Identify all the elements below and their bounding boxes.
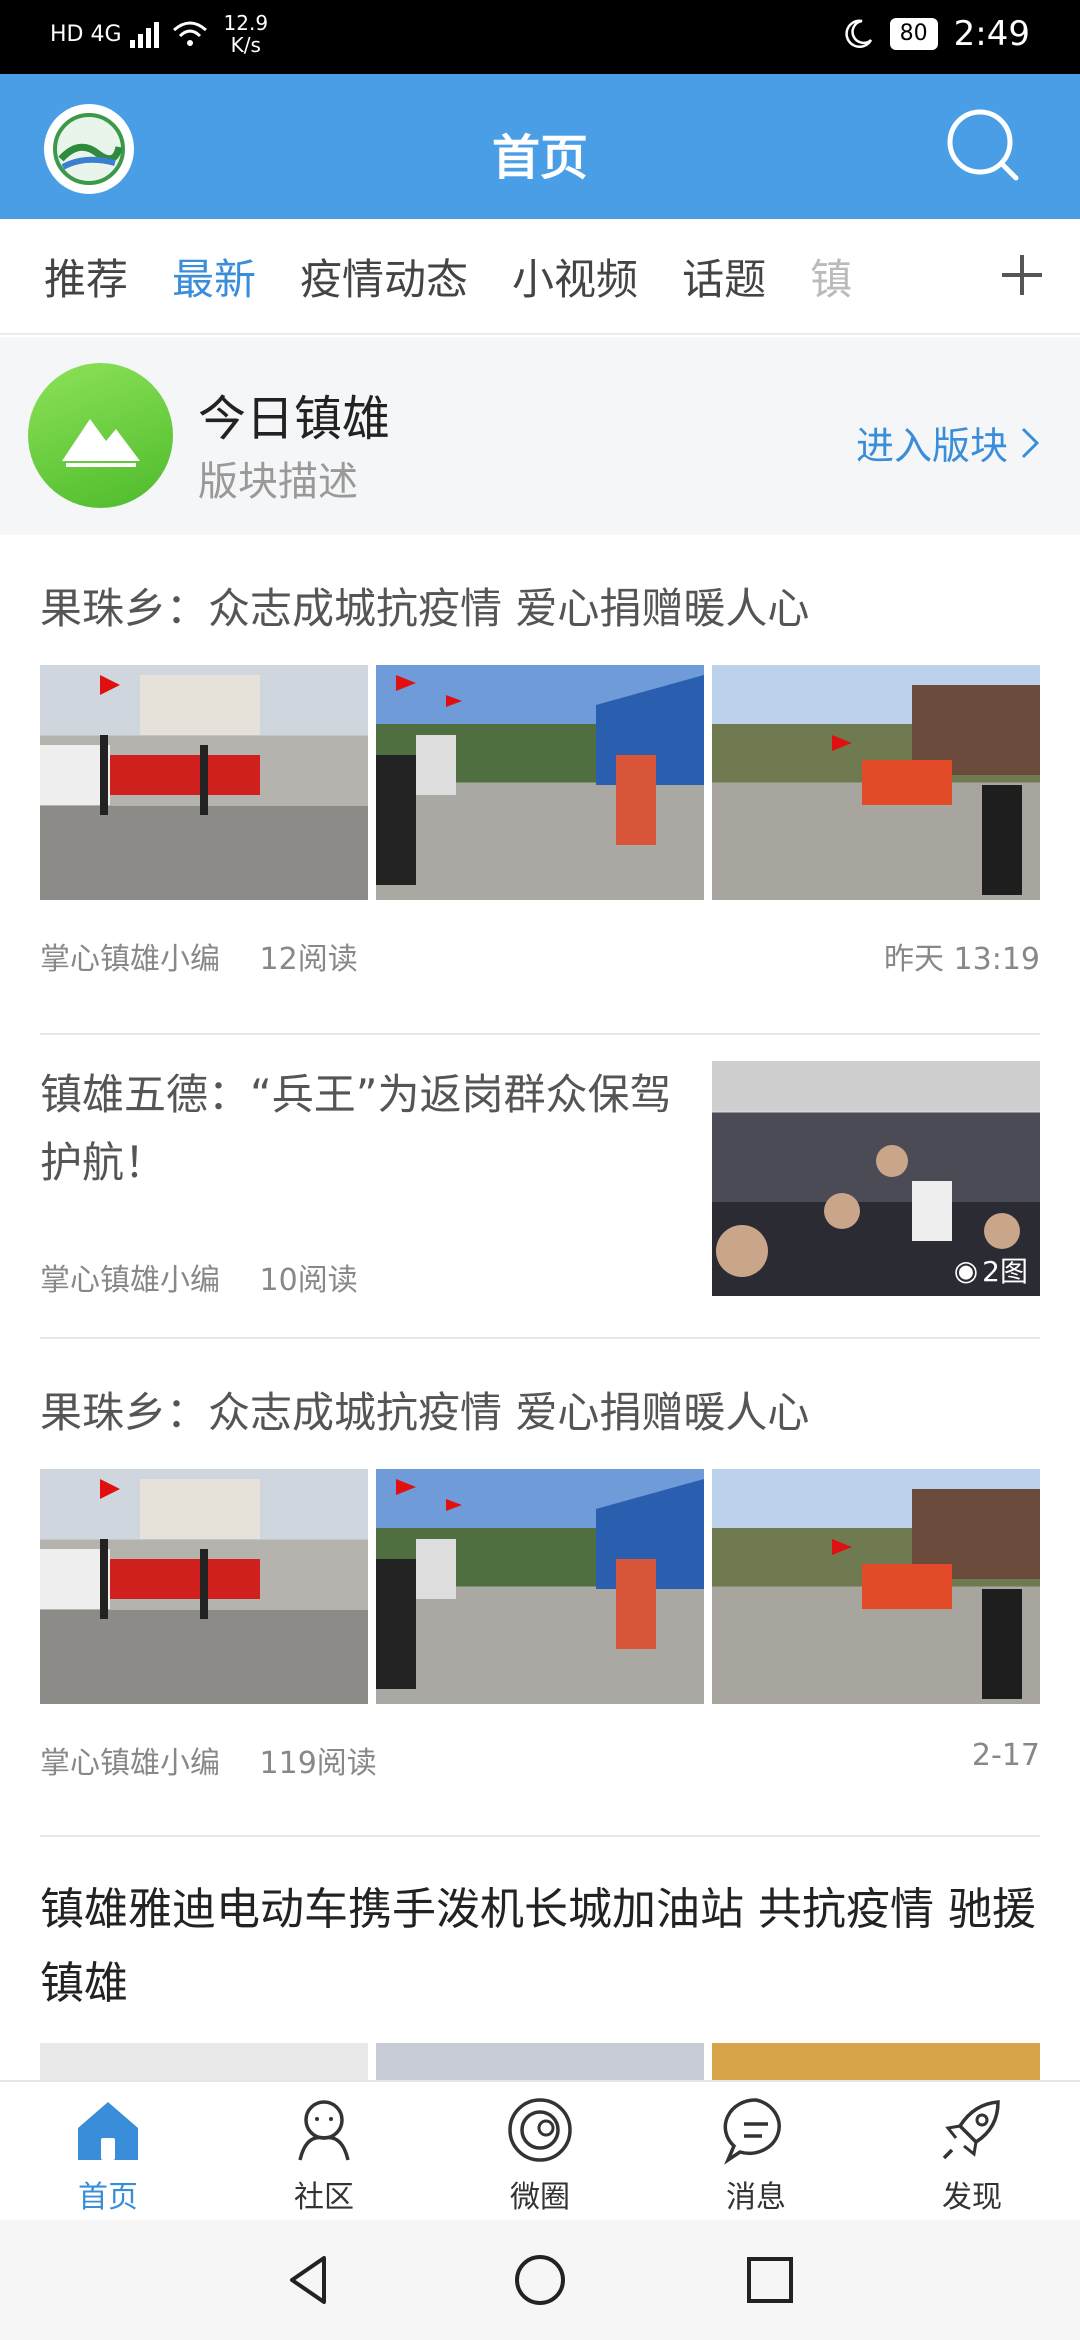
article-card[interactable]: 果珠乡：众志成城抗疫情 爱心捐赠暖人心 (40, 575, 1040, 978)
enter-section-button[interactable]: 进入版块 (856, 415, 1040, 470)
divider (40, 1033, 1040, 1035)
article-meta: 掌心镇雄小编 10阅读 (40, 1255, 358, 1299)
article-image: ◉ 2图 (712, 1061, 1040, 1296)
section-header: 今日镇雄 版块描述 进入版块 (0, 337, 1080, 535)
nav-circle[interactable]: 微圈 (432, 2082, 648, 2220)
article-author: 掌心镇雄小编 (40, 1746, 220, 1781)
category-tabs: 推荐 最新 疫情动态 小视频 话题 镇 (0, 219, 1080, 335)
bottom-nav: 首页 社区 微圈 消息 发现 (0, 2080, 1080, 2220)
wifi-icon (172, 21, 207, 46)
article-image (376, 1469, 704, 1704)
article-title: 果珠乡：众志成城抗疫情 爱心捐赠暖人心 (40, 1388, 810, 1437)
tab-recommend[interactable]: 推荐 (44, 246, 128, 307)
article-images (40, 1469, 1040, 1704)
divider (40, 1835, 1040, 1837)
nav-messages[interactable]: 消息 (648, 2082, 864, 2220)
tab-epidemic[interactable]: 疫情动态 (300, 246, 468, 307)
app-header: 首页 (0, 74, 1080, 219)
article-card[interactable]: 镇雄雅迪电动车携手泼机长城加油站 共抗疫情 驰援镇雄 (40, 1873, 1040, 2080)
article-time: 昨天 13:19 (884, 942, 1040, 977)
back-icon[interactable] (280, 2250, 340, 2310)
nav-discover[interactable]: 发现 (864, 2082, 1080, 2220)
article-title: 果珠乡：众志成城抗疫情 爱心捐赠暖人心 (40, 584, 810, 633)
status-bar: HD 4G 12.9 K/s 80 2:49 (0, 0, 1080, 74)
gallery-icon: ◉ (953, 1253, 979, 1287)
article-image (712, 2043, 1040, 2080)
article-images (40, 665, 1040, 900)
article-image (40, 665, 368, 900)
clock: 2:49 (953, 14, 1030, 54)
nav-community[interactable]: 社区 (216, 2082, 432, 2220)
rocket-icon (942, 2100, 1000, 2160)
article-image (376, 665, 704, 900)
article-image (712, 665, 1040, 900)
article-title: 镇雄雅迪电动车携手泼机长城加油站 共抗疫情 驰援镇雄 (40, 1884, 1036, 2009)
network-speed: 12.9 K/s (223, 11, 269, 57)
article-image (40, 2043, 368, 2080)
home-icon (78, 2102, 138, 2160)
moon-icon (844, 19, 872, 49)
article-author: 掌心镇雄小编 (40, 942, 220, 977)
section-description: 版块描述 (198, 459, 358, 505)
article-meta: 掌心镇雄小编 119阅读 2-17 (40, 1738, 1040, 1782)
section-name: 今日镇雄 (198, 391, 391, 447)
recents-icon[interactable] (740, 2250, 800, 2310)
search-icon[interactable] (944, 106, 1024, 186)
article-image (376, 2043, 704, 2080)
message-icon (723, 2098, 781, 2165)
article-image (40, 1469, 368, 1704)
article-meta: 掌心镇雄小编 12阅读 昨天 13:19 (40, 934, 1040, 978)
divider (40, 1337, 1040, 1339)
battery-indicator: 80 (889, 18, 938, 50)
tab-short-video[interactable]: 小视频 (512, 246, 638, 307)
image-count-badge: ◉ 2图 (953, 1253, 1028, 1289)
tab-topics[interactable]: 话题 (682, 246, 766, 307)
article-images (40, 2043, 1040, 2080)
mountain-icon (28, 363, 173, 508)
enter-section-label: 进入版块 (855, 424, 1008, 468)
article-card[interactable]: 镇雄五德：“兵王”为返岗群众保驾护航！ 掌心镇雄小编 10阅读 ◉ 2图 (40, 1061, 1040, 1311)
article-author: 掌心镇雄小编 (40, 1263, 220, 1298)
tab-latest[interactable]: 最新 (172, 246, 256, 307)
network-indicator: HD 4G (50, 21, 122, 47)
home-button-icon[interactable] (510, 2250, 570, 2310)
article-reads: 119阅读 (259, 1746, 377, 1781)
article-card[interactable]: 果珠乡：众志成城抗疫情 爱心捐赠暖人心 (40, 1379, 1040, 1782)
news-feed[interactable]: 果珠乡：众志成城抗疫情 爱心捐赠暖人心 掌心镇雄小编 12阅读 昨天 13:19… (0, 535, 1080, 2080)
tab-town[interactable]: 镇 (810, 246, 852, 307)
article-image (712, 1469, 1040, 1704)
page-title: 首页 (491, 130, 588, 186)
signal-icon (129, 22, 159, 48)
article-title: 镇雄五德：“兵王”为返岗群众保驾护航！ (40, 1070, 672, 1187)
chevron-right-icon (1021, 427, 1040, 458)
community-icon (298, 2100, 350, 2161)
circle-icon (508, 2098, 572, 2162)
nav-home[interactable]: 首页 (0, 2082, 216, 2220)
add-tab-icon[interactable] (994, 247, 1050, 303)
article-reads: 10阅读 (259, 1263, 358, 1298)
system-nav-bar (0, 2220, 1080, 2340)
article-time: 2-17 (971, 1738, 1040, 1773)
article-reads: 12阅读 (259, 942, 358, 977)
